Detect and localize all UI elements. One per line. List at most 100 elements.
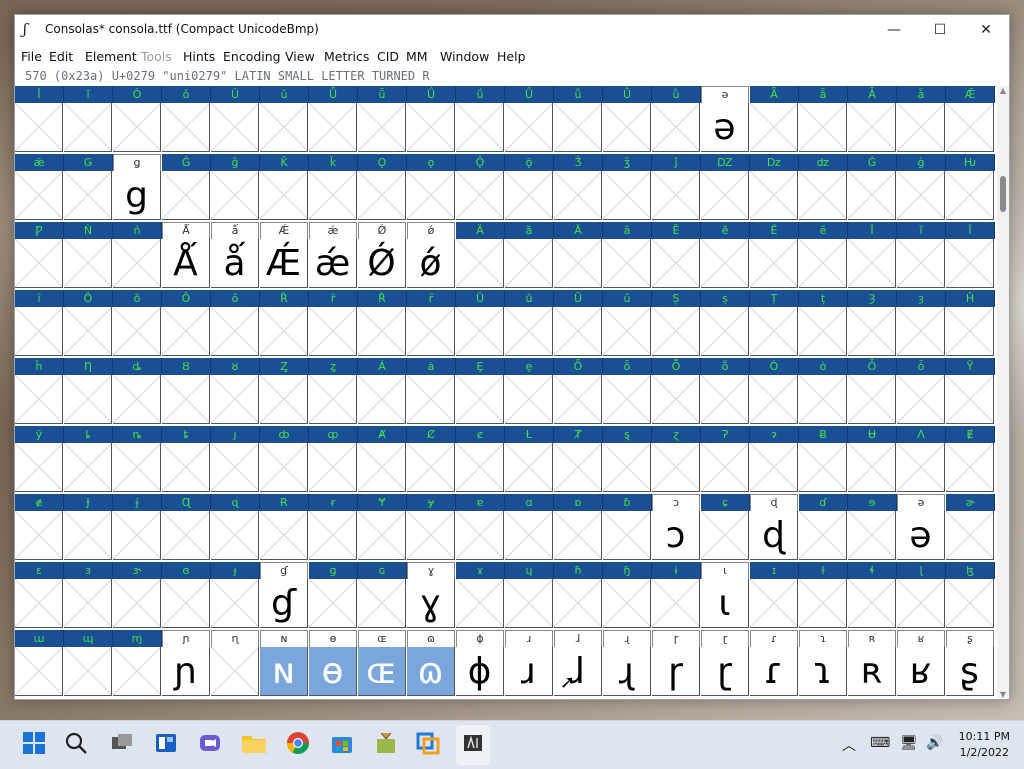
glyph-cell[interactable] (64, 103, 112, 152)
glyph-cell[interactable] (799, 443, 847, 492)
glyph-cell[interactable] (456, 375, 504, 424)
glyph-cell[interactable] (603, 375, 651, 424)
volume-icon[interactable]: 🔊 (926, 735, 943, 751)
glyph-cell[interactable] (309, 171, 357, 220)
glyph-cell[interactable] (211, 375, 259, 424)
glyph-cell[interactable]: ɿ (799, 647, 847, 696)
glyph-cell[interactable]: ɲ (162, 647, 210, 696)
glyph-cell[interactable] (211, 511, 259, 560)
fontforge-taskbar-icon[interactable] (459, 731, 487, 759)
glyph-cell[interactable] (64, 443, 112, 492)
glyph-cell[interactable] (701, 375, 749, 424)
glyph-cell[interactable] (848, 579, 896, 628)
glyph-cell[interactable] (554, 511, 602, 560)
menu-cid[interactable]: CID (377, 49, 399, 64)
glyph-cell[interactable] (113, 511, 161, 560)
glyph-cell[interactable]: ɹ (505, 647, 553, 696)
glyph-cell[interactable] (946, 103, 994, 152)
glyph-cell[interactable] (505, 103, 553, 152)
glyph-cell[interactable] (897, 579, 945, 628)
glyph-cell[interactable] (260, 443, 308, 492)
glyph-cell[interactable] (505, 443, 553, 492)
glyph-cell[interactable]: ə (701, 103, 749, 152)
glyph-cell[interactable] (211, 103, 259, 152)
glyph-cell[interactable] (456, 307, 504, 356)
start-icon[interactable] (20, 731, 48, 759)
glyph-cell[interactable] (603, 239, 651, 288)
glyph-cell[interactable] (64, 307, 112, 356)
glyph-cell[interactable] (554, 239, 602, 288)
glyph-cell[interactable] (554, 375, 602, 424)
glyph-cell[interactable] (162, 579, 210, 628)
glyph-cell[interactable] (15, 307, 63, 356)
glyph-cell[interactable] (750, 307, 798, 356)
glyph-cell[interactable] (799, 239, 847, 288)
glyph-cell[interactable] (358, 307, 406, 356)
glyph-cell[interactable] (505, 511, 553, 560)
search-icon[interactable] (62, 731, 90, 759)
glyph-cell[interactable] (407, 171, 455, 220)
glyph-cell[interactable] (358, 171, 406, 220)
menu-file[interactable]: File (21, 49, 42, 64)
glyph-cell[interactable]: ɷ (407, 647, 455, 696)
glyph-cell[interactable]: ɖ (750, 511, 798, 560)
menu-hints[interactable]: Hints (183, 49, 215, 64)
glyph-cell[interactable] (848, 171, 896, 220)
glyph-cell[interactable] (162, 443, 210, 492)
minimize-button[interactable]: — (871, 15, 917, 45)
glyph-cell[interactable] (456, 171, 504, 220)
glyph-cell[interactable] (64, 239, 112, 288)
glyph-cell[interactable] (15, 239, 63, 288)
glyph-cell[interactable] (897, 375, 945, 424)
glyph-cell[interactable] (15, 375, 63, 424)
glyph-cell[interactable] (652, 443, 700, 492)
glyph-cell[interactable]: g (113, 171, 161, 220)
glyph-cell[interactable] (554, 579, 602, 628)
glyph-cell[interactable] (799, 307, 847, 356)
glyph-cell[interactable] (358, 443, 406, 492)
glyph-cell[interactable] (309, 307, 357, 356)
glyph-cell[interactable] (603, 579, 651, 628)
glyph-cell[interactable] (64, 511, 112, 560)
glyph-cell[interactable] (15, 443, 63, 492)
glyph-cell[interactable] (946, 239, 994, 288)
glyph-cell[interactable] (162, 171, 210, 220)
glyph-cell[interactable] (505, 171, 553, 220)
glyph-cell[interactable] (897, 171, 945, 220)
glyph-cell[interactable] (15, 579, 63, 628)
glyph-cell[interactable] (505, 375, 553, 424)
glyph-cell[interactable] (113, 307, 161, 356)
glyph-cell[interactable]: ʀ (848, 647, 896, 696)
glyph-cell[interactable] (554, 443, 602, 492)
glyph-cell[interactable] (456, 511, 504, 560)
glyph-cell[interactable] (211, 443, 259, 492)
glyph-cell[interactable] (113, 375, 161, 424)
glyph-cell[interactable]: ɩ (701, 579, 749, 628)
glyph-cell[interactable] (946, 511, 994, 560)
glyph-cell[interactable]: ɻ (603, 647, 651, 696)
chrome-icon[interactable] (284, 731, 312, 759)
glyph-cell[interactable] (162, 307, 210, 356)
file-explorer-icon[interactable] (240, 731, 268, 759)
glyph-cell[interactable] (309, 511, 357, 560)
glyph-cell[interactable] (358, 375, 406, 424)
menu-window[interactable]: Window (440, 49, 489, 64)
glyph-cell[interactable] (554, 103, 602, 152)
glyph-cell[interactable] (848, 239, 896, 288)
glyph-cell[interactable] (456, 239, 504, 288)
glyph-cell[interactable] (652, 171, 700, 220)
glyph-cell[interactable] (309, 443, 357, 492)
glyph-cell[interactable] (309, 103, 357, 152)
glyph-cell[interactable] (750, 171, 798, 220)
glyph-cell[interactable] (750, 239, 798, 288)
store-icon[interactable] (328, 731, 356, 759)
vertical-scrollbar[interactable]: ▲ ▼ (997, 86, 1009, 699)
glyph-cell[interactable] (211, 307, 259, 356)
title-bar[interactable]: ʃ Consolas* consola.ttf (Compact Unicode… (15, 15, 1009, 45)
glyph-cell[interactable] (750, 579, 798, 628)
glyph-cell[interactable] (211, 171, 259, 220)
glyph-cell[interactable] (750, 443, 798, 492)
glyph-cell[interactable] (848, 443, 896, 492)
glyph-cell[interactable] (64, 375, 112, 424)
glyph-cell[interactable] (15, 171, 63, 220)
